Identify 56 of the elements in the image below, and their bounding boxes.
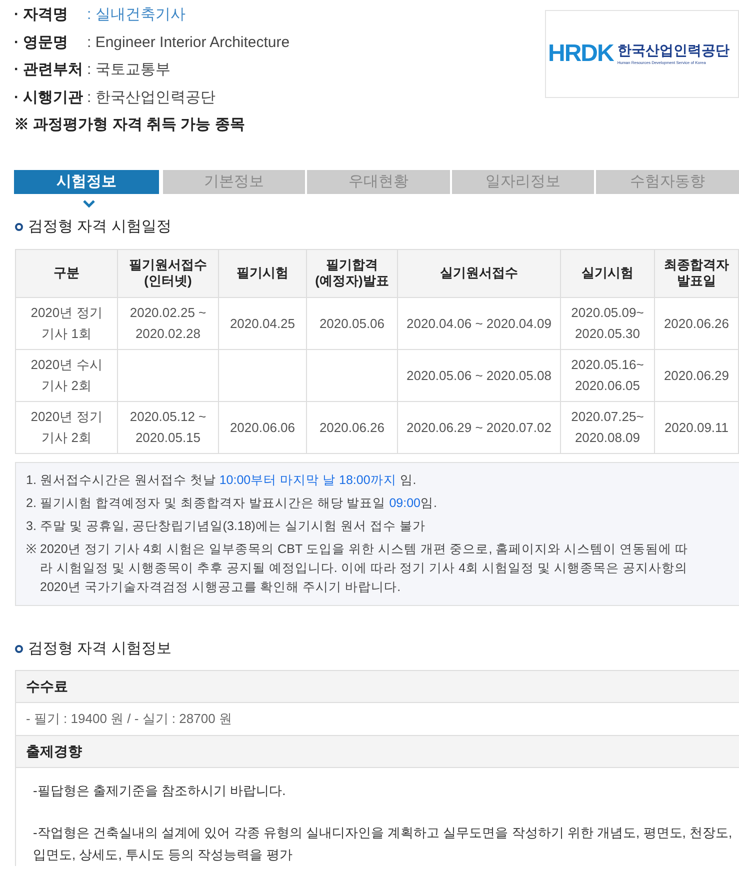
remark-text: 2020년 정기 기사 4회 시험은 일부종목의 CBT 도입을 위한 시스템 개편 중으로, 홈페이지와 시스템이 연동됨에 따라 시험일정 및 시행종목이 추후 공지될 예정입니다. 이에 따라 정기 기사 4회 시험일정 및 시행종목은 공지사항의 2020년 국가기술자격검정 시행공고를 확인해 주시기 바랍니다.: [40, 540, 690, 596]
tab[interactable]: 우대현황: [307, 170, 450, 194]
tab[interactable]: 수험자동향: [596, 170, 739, 194]
table-cell: 2020.07.25~ 2020.08.09: [560, 401, 654, 453]
table-cell: 2020.06.26: [654, 297, 738, 349]
remark-mark: ※: [26, 540, 36, 558]
field-value: : 한국산업인력공단: [87, 88, 216, 108]
table-cell: 2020년 정기 기사 2회: [16, 401, 118, 453]
logo-mark: HRDK: [548, 39, 614, 69]
table-cell: 2020년 수시 기사 2회: [16, 349, 118, 401]
field-label: · 자격명: [14, 5, 70, 25]
table-cell: 2020.05.16~ 2020.06.05: [560, 349, 654, 401]
section-heading: 수수료: [15, 670, 739, 703]
table-cell: 2020.02.25 ~ 2020.02.28: [118, 297, 218, 349]
column-header: 필기합격 (예정자)발표: [306, 249, 398, 297]
field-label: · 영문명: [14, 32, 70, 52]
section-title: 검정형 자격 시험일정: [28, 217, 172, 237]
notice-text: ※ 과정평가형 자격 취득 가능 종목: [14, 115, 246, 135]
field-value: : 국토교통부: [87, 60, 170, 80]
qualification-link[interactable]: : 실내건축기사: [87, 4, 186, 26]
field-label: · 관련부처: [14, 60, 84, 80]
section-heading: 출제경향: [15, 734, 739, 768]
column-header: 실기시험: [560, 249, 654, 297]
table-cell: 2020.05.06 ~ 2020.05.08: [398, 349, 560, 401]
table-cell: 2020.06.29: [654, 349, 738, 401]
tab[interactable]: 일자리정보: [452, 170, 594, 194]
table-cell: 2020.04.06 ~ 2020.04.09: [398, 297, 560, 349]
column-header: 필기시험: [218, 249, 306, 297]
note-text: 2. 필기시험 합격예정자 및 최종합격자 발표시간은 해당 발표일 09:00임.: [26, 494, 438, 512]
description-text: -작업형은 건축실내의 설계에 있어 각종 유형의 실내디자인을 계획하고 실무도면을 작성하기 위한 개념도, 평면도, 천장도, 입면도, 상세도, 투시도 등의 작성능력을 평가: [33, 824, 734, 864]
table-cell: 2020.09.11: [654, 401, 738, 453]
bullet-icon: [15, 223, 23, 232]
table-cell: 2020.06.29 ~ 2020.07.02: [398, 401, 560, 453]
chevron-down-icon: [82, 200, 95, 208]
column-header: 구분: [16, 249, 118, 297]
table-cell: 2020년 정기 기사 1회: [16, 297, 118, 349]
bullet-icon: [15, 644, 23, 653]
note-text: 1. 원서접수시간은 원서접수 첫날 10:00부터 마지막 날 18:00까지 임.: [26, 472, 418, 488]
table-cell: 2020.05.12 ~ 2020.05.15: [118, 401, 218, 453]
column-header: 최종합격자 발표일: [654, 249, 738, 297]
field-value: : Engineer Interior Architecture: [87, 32, 290, 52]
fee-text: - 필기 : 19400 원 / - 실기 : 28700 원: [26, 710, 233, 728]
table-cell: 2020.04.25: [218, 297, 306, 349]
tab[interactable]: 기본정보: [162, 170, 306, 194]
column-header: 필기원서접수 (인터넷): [118, 249, 218, 297]
table-cell: 2020.05.06: [306, 297, 398, 349]
field-label: · 시행기관: [14, 88, 84, 108]
tab[interactable]: 시험정보: [14, 170, 159, 194]
description-text: -필답형은 출제기준을 참조하시기 바랍니다.: [33, 782, 287, 800]
table-cell: 2020.06.26: [306, 401, 398, 453]
column-header: 실기원서접수: [398, 249, 560, 297]
table-cell: 2020.06.06: [218, 401, 306, 453]
note-text: 3. 주말 및 공휴일, 공단창립기념일(3.18)에는 실기시험 원서 접수 불가: [26, 518, 426, 535]
logo-name: 한국산업인력공단: [617, 42, 730, 60]
section-title: 검정형 자격 시험정보: [28, 638, 172, 658]
table-cell: 2020.05.09~ 2020.05.30: [560, 297, 654, 349]
